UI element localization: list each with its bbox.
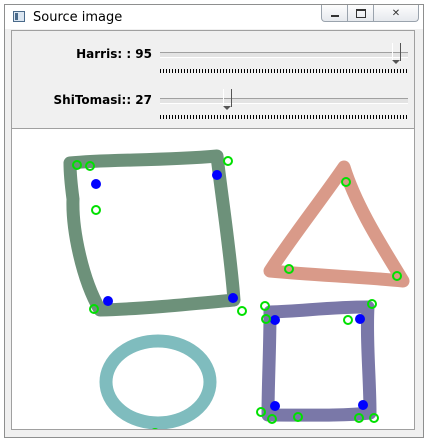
- title-bar[interactable]: Source image ✕: [5, 5, 423, 29]
- close-button[interactable]: ✕: [374, 5, 419, 22]
- shapes-image: [63, 149, 410, 429]
- trackbar-harris: Harris: : 95: [12, 37, 414, 77]
- window-title: Source image: [33, 10, 123, 25]
- trackbar-label-harris: Harris: : 95: [76, 47, 152, 61]
- shitomasi-corner: [343, 315, 353, 325]
- image-canvas: [11, 128, 415, 430]
- maximize-icon: [355, 8, 366, 18]
- app-window-icon: [13, 11, 25, 22]
- harris-corner: [91, 179, 101, 189]
- green-square-shape: [63, 149, 241, 317]
- shitomasi-corner: [237, 306, 247, 316]
- harris-corner: [355, 314, 365, 324]
- source-image-window: Source image ✕ Harris: : 95 ShiTomasi:: …: [4, 4, 424, 438]
- trackbar-thumb-harris[interactable]: [391, 43, 401, 64]
- harris-corner: [212, 170, 222, 180]
- purple-square-shape: [261, 300, 377, 422]
- trackbar-track-harris[interactable]: [160, 52, 408, 58]
- minimize-icon: [330, 15, 339, 17]
- window-controls: ✕: [321, 5, 419, 23]
- shitomasi-corner: [91, 205, 101, 215]
- minimize-button[interactable]: [321, 5, 348, 22]
- harris-corner: [358, 400, 368, 410]
- close-icon: ✕: [391, 7, 401, 19]
- harris-corner: [103, 296, 113, 306]
- shitomasi-corner: [223, 156, 233, 166]
- trackbar-thumb-shitomasi[interactable]: [222, 89, 232, 110]
- trackbar-ticks-harris: [160, 69, 408, 73]
- trackbar-panel: Harris: : 95 ShiTomasi:: 27: [11, 30, 415, 128]
- harris-corner: [270, 401, 280, 411]
- harris-corner: [228, 293, 238, 303]
- triangle-shape: [263, 160, 410, 288]
- harris-corner: [270, 315, 280, 325]
- circle-shape: [99, 334, 217, 429]
- trackbar-ticks-shitomasi: [160, 115, 408, 119]
- trackbar-label-shitomasi: ShiTomasi:: 27: [53, 93, 152, 107]
- maximize-button[interactable]: [348, 5, 374, 22]
- shitomasi-corner: [152, 428, 158, 429]
- trackbar-shitomasi: ShiTomasi:: 27: [12, 83, 414, 123]
- trackbar-track-shitomasi[interactable]: [160, 98, 408, 104]
